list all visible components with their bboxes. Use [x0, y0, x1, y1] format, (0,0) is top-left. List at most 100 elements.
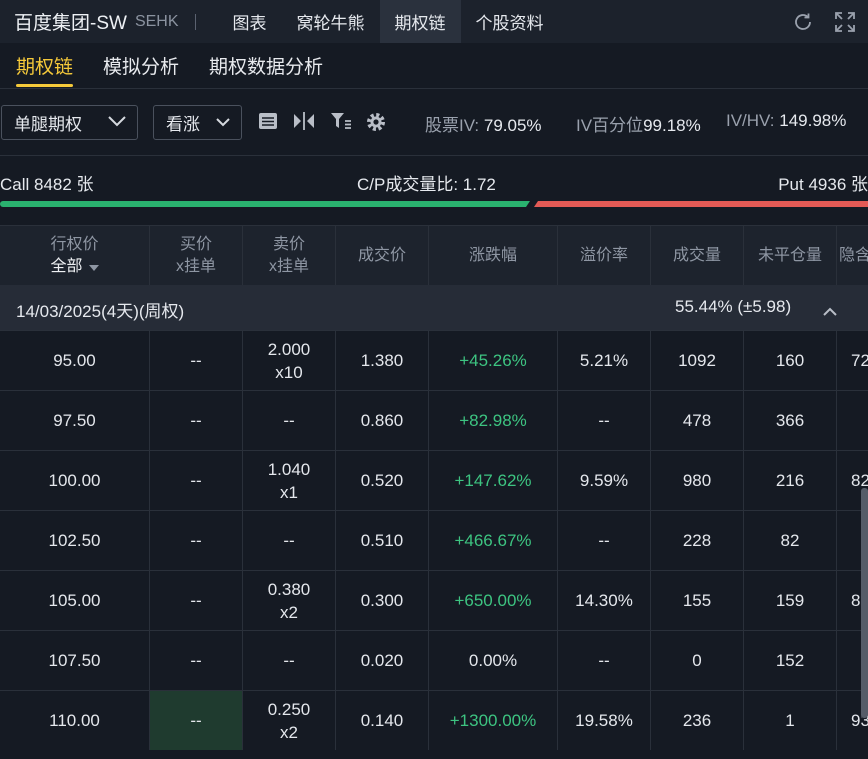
cell-change: +1300.00% — [428, 691, 557, 750]
iv-percentile-value: 99.18% — [643, 116, 701, 135]
cp-ratio-label: C/P成交量比: — [357, 175, 459, 194]
cell-strike: 110.00 — [49, 711, 100, 730]
cell-open-interest: 1 — [743, 691, 836, 750]
cell-premium: -- — [557, 631, 650, 690]
cell-ask: -- — [242, 511, 335, 570]
top-nav: 图表 窝轮牛熊 期权链 个股资料 — [218, 0, 559, 43]
cell-implied: 72 — [836, 331, 868, 390]
cell-implied — [836, 391, 868, 450]
header-ask: 卖价 x挂单 — [242, 226, 335, 285]
mirror-icon[interactable] — [293, 111, 315, 136]
title-divider — [194, 13, 196, 30]
subtab-option-chain[interactable]: 期权链 — [16, 43, 74, 89]
tab-stock-info[interactable]: 个股资料 — [461, 0, 559, 43]
header-last: 成交价 — [335, 226, 428, 285]
strategy-dropdown[interactable]: 单腿期权 — [1, 104, 138, 140]
header-ask-sub: x挂单 — [268, 257, 309, 275]
header-volume: 成交量 — [650, 226, 743, 285]
tab-option-chain[interactable]: 期权链 — [379, 0, 461, 43]
top-bar: 百度集团-SW SEHK 图表 窝轮牛熊 期权链 个股资料 — [0, 0, 868, 43]
cell-open-interest: 152 — [743, 631, 836, 690]
cell-premium: 5.21% — [557, 331, 650, 390]
ask-price: 0.250 — [267, 699, 311, 719]
call-ratio-bar — [0, 201, 530, 207]
cell-change: +82.98% — [428, 391, 557, 450]
table-row[interactable]: 105.00 -- 0.380 x2 0.300 +650.00% 14.30% 155 159… — [0, 570, 868, 630]
expiry-date: 14/03/2025(4天)(周权) — [16, 302, 185, 321]
strike-filter[interactable]: 全部 — [50, 256, 99, 278]
header-bid-sub: x挂单 — [175, 257, 216, 275]
filter-bar: 单腿期权 看涨 股票IV: 79.05% IV百分位99.18% IV/HV: … — [0, 89, 868, 155]
subtab-simulation[interactable]: 模拟分析 — [103, 43, 179, 89]
cell-volume: 236 — [650, 691, 743, 750]
cell-last: 1.380 — [335, 331, 428, 390]
cell-strike: 97.50 — [53, 411, 96, 430]
cell-bid: -- — [149, 391, 242, 450]
tab-warrants[interactable]: 窝轮牛熊 — [282, 0, 380, 43]
table-row[interactable]: 95.00 -- 2.000 x10 1.380 +45.26% 5.21% 1092 160 7… — [0, 330, 868, 390]
put-volume: Put 4936 张 — [778, 175, 868, 194]
cell-open-interest: 160 — [743, 331, 836, 390]
cell-strike: 105.00 — [48, 591, 101, 610]
cell-ask: 2.000 x10 — [242, 331, 335, 390]
stock-title: 百度集团-SW — [14, 13, 127, 34]
cell-volume: 980 — [650, 451, 743, 510]
chevron-up-icon[interactable] — [822, 302, 838, 322]
cell-premium: 14.30% — [557, 571, 650, 630]
filter-icon[interactable] — [330, 111, 352, 136]
cell-premium: -- — [557, 511, 650, 570]
stock-iv-label: 股票IV: — [425, 116, 480, 135]
header-strike[interactable]: 行权价 全部 — [0, 226, 149, 285]
cell-last: 0.020 — [335, 631, 428, 690]
refresh-icon[interactable] — [792, 11, 814, 33]
list-icon[interactable] — [258, 111, 278, 136]
table-row[interactable]: 97.50 -- -- 0.860 +82.98% -- 478 366 — [0, 390, 868, 450]
gear-icon[interactable] — [365, 111, 387, 138]
header-bid: 买价 x挂单 — [149, 226, 242, 285]
cell-change: +650.00% — [428, 571, 557, 630]
header-change: 涨跌幅 — [428, 226, 557, 285]
table-row[interactable]: 107.50 -- -- 0.020 0.00% -- 0 152 — [0, 630, 868, 690]
cell-volume: 0 — [650, 631, 743, 690]
cell-last: 0.140 — [335, 691, 428, 750]
ask-price: 2.000 — [267, 339, 311, 359]
strategy-value: 单腿期权 — [14, 114, 82, 134]
iv-percentile-label: IV百分位 — [576, 116, 644, 135]
table-row[interactable]: 100.00 -- 1.040 x1 0.520 +147.62% 9.59% 980 216 8… — [0, 450, 868, 510]
cell-ask: 0.380 x2 — [242, 571, 335, 630]
cell-open-interest: 216 — [743, 451, 836, 510]
header-bid-label: 买价 — [179, 235, 212, 253]
cell-strike: 102.50 — [48, 531, 101, 550]
expiry-group-row[interactable]: 14/03/2025(4天)(周权) 55.44% (±5.98) — [0, 285, 868, 330]
chevron-down-icon — [215, 112, 231, 132]
cell-open-interest: 366 — [743, 391, 836, 450]
cell-open-interest: 82 — [743, 511, 836, 570]
ask-price: 0.380 — [267, 579, 311, 599]
stock-iv-stat: 股票IV: 79.05% — [425, 111, 542, 136]
expiry-iv: 55.44% (±5.98) — [675, 297, 792, 316]
iv-percentile-stat: IV百分位99.18% — [576, 111, 701, 136]
ask-quantity: x2 — [280, 602, 298, 622]
subtab-option-analysis[interactable]: 期权数据分析 — [209, 43, 323, 89]
call-put-ratio: Call 8482 张 C/P成交量比: 1.72 Put 4936 张 — [0, 155, 868, 221]
direction-dropdown[interactable]: 看涨 — [153, 104, 242, 140]
tab-chart[interactable]: 图表 — [218, 0, 282, 43]
cell-volume: 478 — [650, 391, 743, 450]
ask-quantity: x10 — [275, 362, 303, 382]
cp-ratio: C/P成交量比: 1.72 — [357, 170, 496, 195]
cell-premium: 19.58% — [557, 691, 650, 750]
table-row[interactable]: 110.00 -- 0.250 x2 0.140 +1300.00% 19.58% 236 1 9… — [0, 690, 868, 750]
cell-bid: -- — [149, 631, 242, 690]
cell-change: 0.00% — [428, 631, 557, 690]
cell-bid: -- — [149, 571, 242, 630]
cell-bid: -- — [149, 331, 242, 390]
cell-volume: 228 — [650, 511, 743, 570]
scrollbar[interactable] — [861, 488, 868, 718]
expand-icon[interactable] — [834, 11, 856, 33]
call-volume: Call 8482 张 — [0, 175, 94, 194]
ask-price: -- — [283, 531, 295, 550]
header-implied: 隐含 — [836, 226, 868, 285]
table-row[interactable]: 102.50 -- -- 0.510 +466.67% -- 228 82 — [0, 510, 868, 570]
ask-price: -- — [283, 411, 295, 430]
cell-change: +45.26% — [428, 331, 557, 390]
